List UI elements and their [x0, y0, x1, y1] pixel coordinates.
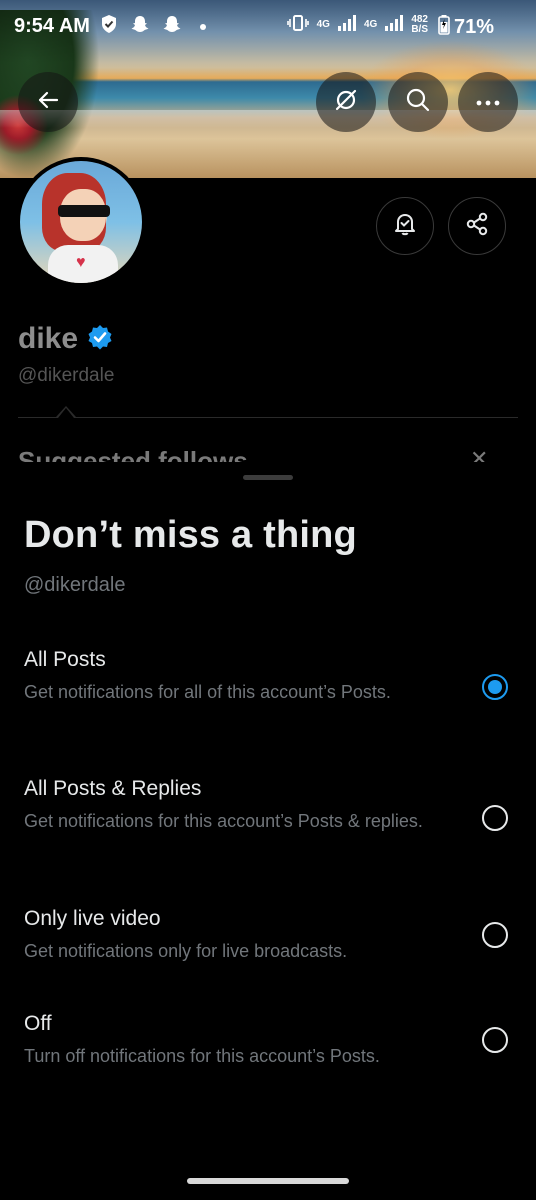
network-label-a: 4G [316, 18, 330, 30]
status-time: 9:54 AM [14, 15, 90, 37]
option-description: Get notifications for this account’s Pos… [24, 811, 423, 831]
option-title: Only live video [24, 907, 161, 930]
verified-badge-icon[interactable] [86, 323, 114, 356]
radio-off[interactable] [482, 1027, 508, 1053]
sheet-title: Don’t miss a thing [24, 514, 357, 556]
search-button[interactable] [388, 72, 448, 132]
share-button[interactable] [448, 197, 506, 255]
more-icon [476, 93, 500, 111]
share-icon [464, 211, 490, 242]
option-off[interactable]: Off Turn off notifications for this acco… [0, 1012, 536, 1092]
notification-bell-icon [392, 211, 418, 242]
radio-all-posts-replies[interactable] [482, 805, 508, 831]
display-name: dike [18, 322, 79, 355]
radio-only-live-video[interactable] [482, 922, 508, 948]
sheet-handle: @dikerdale [24, 574, 126, 596]
network-label-b: 4G [363, 18, 378, 30]
avatar-glasses [58, 205, 110, 217]
status-left-icons [100, 14, 206, 39]
back-button[interactable] [18, 72, 78, 132]
notification-settings-sheet: Don’t miss a thing @dikerdale All Posts … [0, 462, 536, 1200]
snapchat-icon [162, 14, 182, 39]
status-right-icons: 4G 4G 482 B/S [286, 13, 428, 35]
vibrate-icon [286, 14, 309, 35]
signal-icon [337, 15, 356, 34]
status-bar: 9:54 AM 4G 4G 482 B/S 71% [0, 0, 536, 56]
battery: 71% [438, 15, 494, 41]
more-button[interactable] [458, 72, 518, 132]
profile-handle: @dikerdale [18, 365, 115, 386]
snapchat-icon [130, 14, 150, 39]
option-title: All Posts [24, 648, 106, 671]
option-description: Get notifications only for live broadcas… [24, 941, 348, 961]
notification-dot-icon [200, 23, 206, 30]
hide-button[interactable] [316, 72, 376, 132]
back-arrow-icon [37, 89, 59, 116]
option-all-posts[interactable]: All Posts Get notifications for all of t… [0, 648, 536, 758]
heart-icon: ♥ [76, 254, 86, 271]
avatar[interactable]: ♥ [16, 157, 146, 287]
option-description: Get notifications for all of this accoun… [24, 682, 391, 702]
hide-icon [333, 87, 359, 118]
divider [18, 417, 518, 418]
option-title: All Posts & Replies [24, 777, 202, 800]
battery-percent: 71% [453, 16, 494, 38]
caret-pointer-inner [58, 408, 74, 418]
home-indicator[interactable] [187, 1178, 349, 1184]
notifications-button[interactable] [376, 197, 434, 255]
shield-icon [100, 14, 118, 39]
option-title: Off [24, 1012, 52, 1035]
sheet-grabber[interactable] [243, 475, 293, 480]
search-icon [405, 87, 431, 118]
network-speed: 482 B/S [411, 13, 428, 35]
network-speed-value: 482 [411, 13, 428, 25]
option-all-posts-replies[interactable]: All Posts & Replies Get notifications fo… [0, 777, 536, 887]
network-speed-unit: B/S [411, 23, 428, 35]
battery-icon [438, 15, 450, 41]
option-description: Turn off notifications for this account’… [24, 1046, 380, 1066]
signal-icon [385, 15, 404, 34]
radio-all-posts[interactable] [482, 674, 508, 700]
profile-name-row: dike [18, 322, 114, 356]
option-only-live-video[interactable]: Only live video Get notifications only f… [0, 907, 536, 987]
